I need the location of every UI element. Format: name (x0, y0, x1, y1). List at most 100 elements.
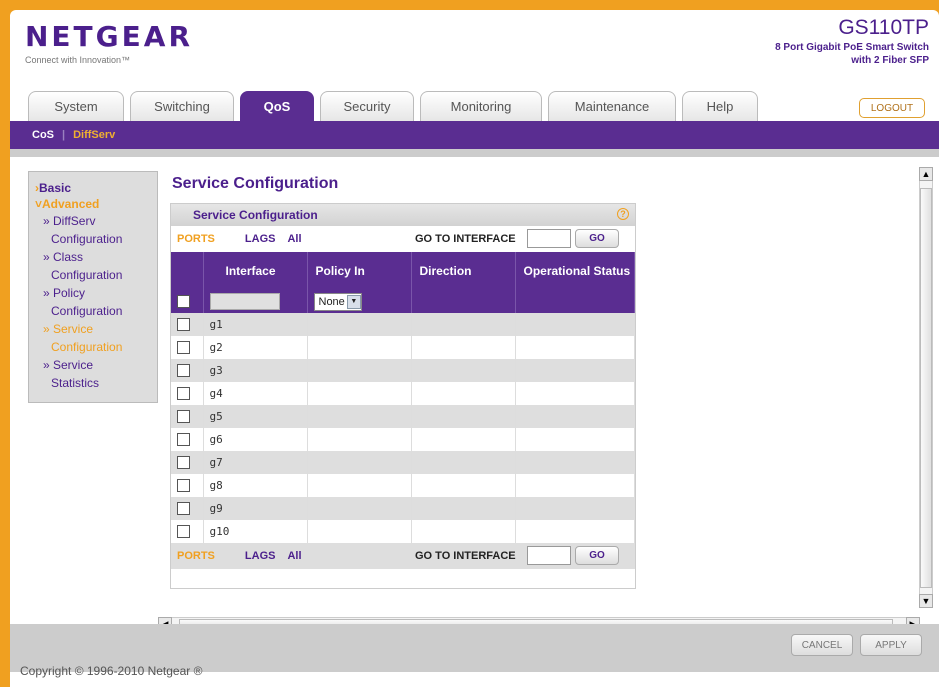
row-checkbox[interactable] (177, 479, 190, 493)
nav-advanced[interactable]: ˅Advanced (35, 196, 151, 212)
row-checkbox[interactable] (177, 318, 190, 332)
table-row: g1 (171, 313, 635, 336)
status-cell (515, 474, 635, 497)
nav-policy-configuration[interactable]: » Policy Configuration (35, 284, 151, 320)
tab-security[interactable]: Security (320, 91, 414, 121)
help-icon[interactable]: ? (617, 208, 629, 220)
vertical-scrollbar[interactable]: ▲ ▼ (919, 167, 933, 608)
nav-basic-label: Basic (39, 181, 72, 195)
interface-edit-input[interactable] (209, 293, 280, 310)
left-navigation: ›Basic ˅Advanced » DiffServ Configuration… (28, 171, 158, 403)
all-link[interactable]: All (287, 233, 301, 245)
interface-cell: g6 (203, 428, 308, 451)
status-cell (515, 336, 635, 359)
chevron-down-icon: ▼ (346, 294, 361, 309)
row-checkbox[interactable] (177, 433, 190, 447)
direction-cell (411, 405, 516, 428)
interface-toolbar-top: PORTS LAGS All GO TO INTERFACE GO (171, 226, 635, 252)
interface-cell: g9 (203, 497, 308, 520)
tab-qos[interactable]: QoS (240, 91, 314, 121)
tab-maintenance[interactable]: Maintenance (548, 91, 676, 121)
policy-cell (307, 520, 412, 543)
row-checkbox[interactable] (177, 502, 190, 516)
column-header: Direction (411, 252, 516, 290)
goto-interface-label: GO TO INTERFACE (415, 550, 516, 562)
tab-monitoring[interactable]: Monitoring (420, 91, 542, 121)
nav-item-line1: » DiffServ (43, 214, 96, 228)
edit-row-checkbox[interactable] (177, 295, 190, 309)
direction-cell (411, 359, 516, 382)
table-row: g6 (171, 428, 635, 451)
netgear-logo: NETGEAR (25, 20, 193, 53)
status-cell (515, 497, 635, 520)
policy-in-select[interactable]: None ▼ (313, 292, 362, 311)
main-tabs: System Switching QoS Security Monitoring… (28, 91, 758, 121)
column-header: Policy In (307, 252, 412, 290)
apply-button[interactable]: APPLY (860, 634, 922, 656)
nav-diffserv-configuration[interactable]: » DiffServ Configuration (35, 212, 151, 248)
scroll-down-icon[interactable]: ▼ (919, 594, 933, 608)
row-checkbox[interactable] (177, 525, 190, 539)
row-checkbox[interactable] (177, 410, 190, 424)
policy-cell (307, 313, 412, 336)
nav-item-line1: » Class (43, 250, 84, 264)
ports-link[interactable]: PORTS (177, 550, 215, 562)
nav-service-configuration[interactable]: » Service Configuration (35, 320, 151, 356)
edit-row: None ▼ (171, 290, 635, 313)
panel-title: Service Configuration (193, 208, 318, 222)
goto-interface-input[interactable] (527, 229, 571, 248)
lags-link[interactable]: LAGS (245, 550, 276, 562)
service-table: Interface Policy In Direction Operationa… (171, 252, 635, 543)
interface-cell: g5 (203, 405, 308, 428)
nav-item-line2: Configuration (51, 268, 123, 282)
subnav-cos[interactable]: CoS (32, 129, 54, 141)
goto-interface-input[interactable] (527, 546, 571, 565)
tab-system[interactable]: System (28, 91, 124, 121)
sub-navigation: CoS | DiffServ (10, 121, 939, 149)
status-cell (515, 359, 635, 382)
interface-cell: g7 (203, 451, 308, 474)
edit-cell: None ▼ (307, 290, 412, 313)
cancel-button[interactable]: CANCEL (791, 634, 853, 656)
interface-cell: g2 (203, 336, 308, 359)
direction-cell (411, 497, 516, 520)
policy-cell (307, 382, 412, 405)
row-checkbox[interactable] (177, 387, 190, 401)
tab-help[interactable]: Help (682, 91, 758, 121)
table-row: g8 (171, 474, 635, 497)
subnav-diffserv[interactable]: DiffServ (73, 129, 115, 141)
go-button[interactable]: GO (575, 229, 619, 248)
row-checkbox[interactable] (177, 456, 190, 470)
policy-cell (307, 359, 412, 382)
row-select-cell (171, 382, 204, 405)
nav-basic[interactable]: ›Basic (35, 180, 151, 196)
chevron-down-icon: ˅ (35, 197, 43, 211)
table-row: g3 (171, 359, 635, 382)
main-frame: NETGEAR Connect with Innovation™ GS110TP… (10, 10, 939, 687)
nav-service-statistics[interactable]: » Service Statistics (35, 356, 151, 392)
column-header: Operational Status (515, 252, 635, 290)
vertical-scroll-thumb[interactable] (920, 188, 932, 588)
interface-toolbar-bottom: PORTS LAGS All GO TO INTERFACE GO (171, 543, 635, 569)
model-description-line1: 8 Port Gigabit PoE Smart Switch (775, 42, 929, 53)
row-select-cell (171, 451, 204, 474)
interface-cell: g8 (203, 474, 308, 497)
row-select-cell (171, 313, 204, 336)
content-area: ›Basic ˅Advanced » DiffServ Configuration… (10, 149, 939, 631)
policy-cell (307, 336, 412, 359)
logout-button[interactable]: LOGOUT (859, 98, 925, 118)
lags-link[interactable]: LAGS (245, 233, 276, 245)
nav-class-configuration[interactable]: » Class Configuration (35, 248, 151, 284)
scroll-up-icon[interactable]: ▲ (919, 167, 933, 181)
tab-switching[interactable]: Switching (130, 91, 234, 121)
all-link[interactable]: All (287, 550, 301, 562)
service-configuration-panel: Service Configuration ? PORTS LAGS All G… (170, 203, 636, 589)
ports-link[interactable]: PORTS (177, 233, 215, 245)
go-button[interactable]: GO (575, 546, 619, 565)
panel-header: Service Configuration ? (171, 204, 635, 226)
row-checkbox[interactable] (177, 364, 190, 378)
row-checkbox[interactable] (177, 341, 190, 355)
row-select-cell (171, 428, 204, 451)
row-select-cell (171, 359, 204, 382)
model-name: GS110TP (838, 16, 929, 39)
